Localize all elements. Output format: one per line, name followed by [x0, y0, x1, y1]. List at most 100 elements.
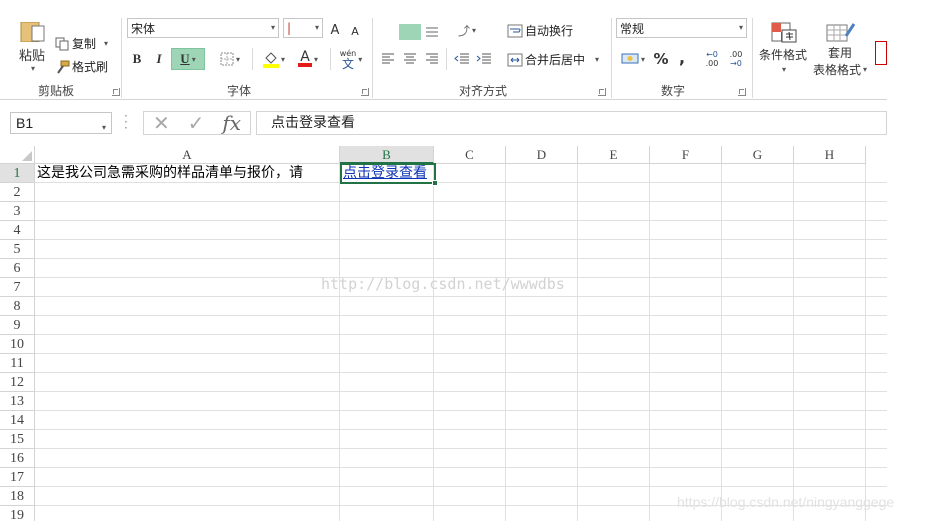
worksheet-grid[interactable]: ABCDEFGH 1 2 3 4 5 6 7 8 9 10 11 12 13 14 15 16 17 18 19 这…	[0, 146, 887, 521]
chevron-down-icon[interactable]: ▾	[102, 118, 106, 138]
name-box[interactable]: B1 ▾	[10, 112, 112, 134]
align-left-button[interactable]	[378, 50, 398, 68]
chevron-down-icon[interactable]: ▾	[281, 55, 285, 64]
align-top-button[interactable]	[399, 24, 421, 40]
column-header-d[interactable]: D	[506, 146, 578, 164]
brush-icon	[57, 60, 70, 74]
format-as-table-button[interactable]: 套用 表格格式 ▾	[810, 22, 870, 78]
select-all-corner[interactable]	[0, 146, 35, 164]
shrink-font-button[interactable]: A	[348, 24, 362, 38]
row-header-13[interactable]: 13	[0, 392, 35, 411]
chevron-down-icon[interactable]: ▾	[315, 23, 319, 32]
row-header-10[interactable]: 10	[0, 335, 35, 354]
number-launcher-icon[interactable]	[738, 88, 746, 96]
cell-a1[interactable]: 这是我公司急需采购的样品清单与报价，请	[37, 164, 303, 183]
insert-function-icon[interactable]: fx	[222, 111, 241, 135]
font-color-button[interactable]: A ▾	[292, 48, 324, 70]
clipboard-launcher-icon[interactable]	[112, 88, 120, 96]
font-size-combo[interactable]: | ▾	[283, 18, 323, 38]
row-header-15[interactable]: 15	[0, 430, 35, 449]
border-button[interactable]: ▾	[214, 48, 246, 70]
number-format-combo[interactable]: 常规 ▾	[616, 18, 747, 38]
column-header-c[interactable]: C	[434, 146, 506, 164]
chevron-down-icon[interactable]: ▾	[314, 55, 318, 64]
wrap-text-button[interactable]: 自动换行	[507, 22, 573, 39]
row-header-19[interactable]: 19	[0, 506, 35, 521]
grow-font-button[interactable]: A	[328, 22, 342, 38]
font-launcher-icon[interactable]	[361, 88, 369, 96]
paste-button[interactable]: 粘贴 ▾	[14, 22, 50, 80]
row-header-9[interactable]: 9	[0, 316, 35, 335]
font-name-combo[interactable]: 宋体 ▾	[127, 18, 279, 38]
merge-center-button[interactable]: 合并后居中 ▾	[507, 51, 599, 68]
italic-button[interactable]: I	[150, 48, 168, 70]
formula-input[interactable]: 点击登录查看	[256, 111, 887, 135]
row-gridline	[35, 391, 887, 392]
row-gridline	[35, 334, 887, 335]
column-header-b[interactable]: B	[340, 146, 434, 164]
row-gridline	[35, 258, 887, 259]
align-middle-button[interactable]	[423, 24, 441, 40]
chevron-down-icon[interactable]: ▾	[271, 23, 275, 32]
chevron-down-icon[interactable]: ▾	[358, 55, 362, 64]
row-header-5[interactable]: 5	[0, 240, 35, 259]
fill-handle[interactable]	[432, 180, 438, 186]
alignment-launcher-icon[interactable]	[598, 88, 606, 96]
formula-bar: B1 ▾ · · · ✕ ✓ fx 点击登录查看	[0, 100, 887, 146]
row-header-18[interactable]: 18	[0, 487, 35, 506]
decrease-indent-button[interactable]	[452, 50, 472, 68]
column-header-g[interactable]: G	[722, 146, 794, 164]
group-divider	[752, 18, 753, 98]
align-right-button[interactable]	[422, 50, 442, 68]
accounting-format-button[interactable]: ▾	[617, 49, 649, 69]
bold-button[interactable]: B	[128, 48, 146, 70]
increase-decimal-button[interactable]: ←0 .00	[701, 49, 723, 69]
cancel-icon[interactable]: ✕	[153, 111, 170, 135]
decrease-decimal-button[interactable]: .00 →0	[725, 49, 747, 69]
chevron-down-icon[interactable]: ▾	[739, 23, 743, 32]
percent-button[interactable]: %	[652, 49, 670, 69]
chevron-down-icon[interactable]: ▾	[782, 65, 786, 74]
column-header-h[interactable]: H	[794, 146, 866, 164]
chevron-down-icon[interactable]: ▾	[192, 55, 196, 64]
chevron-down-icon[interactable]: ▾	[31, 64, 35, 73]
row-header-1[interactable]: 1	[0, 164, 35, 183]
cell-styles-button[interactable]	[875, 40, 887, 66]
column-header-e[interactable]: E	[578, 146, 650, 164]
row-gridline	[35, 353, 887, 354]
chevron-down-icon[interactable]: ▾	[236, 55, 240, 64]
row-header-3[interactable]: 3	[0, 202, 35, 221]
increase-indent-button[interactable]	[474, 50, 494, 68]
formula-bar-grip-icon[interactable]: · · ·	[124, 110, 128, 134]
row-header-8[interactable]: 8	[0, 297, 35, 316]
chevron-down-icon[interactable]: ▾	[641, 55, 645, 64]
row-header-4[interactable]: 4	[0, 221, 35, 240]
row-header-11[interactable]: 11	[0, 354, 35, 373]
column-header-a[interactable]: A	[35, 146, 340, 164]
underline-button[interactable]: U ▾	[171, 48, 205, 70]
row-header-17[interactable]: 17	[0, 468, 35, 487]
row-header-14[interactable]: 14	[0, 411, 35, 430]
chevron-down-icon[interactable]: ▾	[595, 55, 599, 64]
chevron-down-icon[interactable]: ▾	[863, 65, 867, 74]
increase-decimal-icon: ←0	[706, 50, 718, 59]
wrap-text-label: 自动换行	[525, 24, 574, 38]
phonetic-button[interactable]: wén 文 ▾	[336, 46, 366, 72]
copy-button[interactable]: 复制 ▾	[55, 35, 108, 52]
conditional-format-button[interactable]: 条件格式 ▾	[755, 22, 811, 76]
orientation-button[interactable]: ⤴ ▾	[452, 22, 482, 38]
row-header-2[interactable]: 2	[0, 183, 35, 202]
fill-color-button[interactable]: ▾	[258, 48, 290, 70]
row-gridline	[35, 429, 887, 430]
row-header-16[interactable]: 16	[0, 449, 35, 468]
row-header-7[interactable]: 7	[0, 278, 35, 297]
row-header-6[interactable]: 6	[0, 259, 35, 278]
align-center-button[interactable]	[400, 50, 420, 68]
watermark-corner-text: https://blog.csdn.net/ningyanggege	[677, 494, 895, 510]
check-icon[interactable]: ✓	[188, 111, 205, 135]
column-header-f[interactable]: F	[650, 146, 722, 164]
comma-button[interactable]: ,	[675, 47, 689, 67]
row-header-12[interactable]: 12	[0, 373, 35, 392]
chevron-down-icon[interactable]: ▾	[104, 39, 108, 48]
format-painter-button[interactable]: 格式刷	[55, 58, 108, 75]
